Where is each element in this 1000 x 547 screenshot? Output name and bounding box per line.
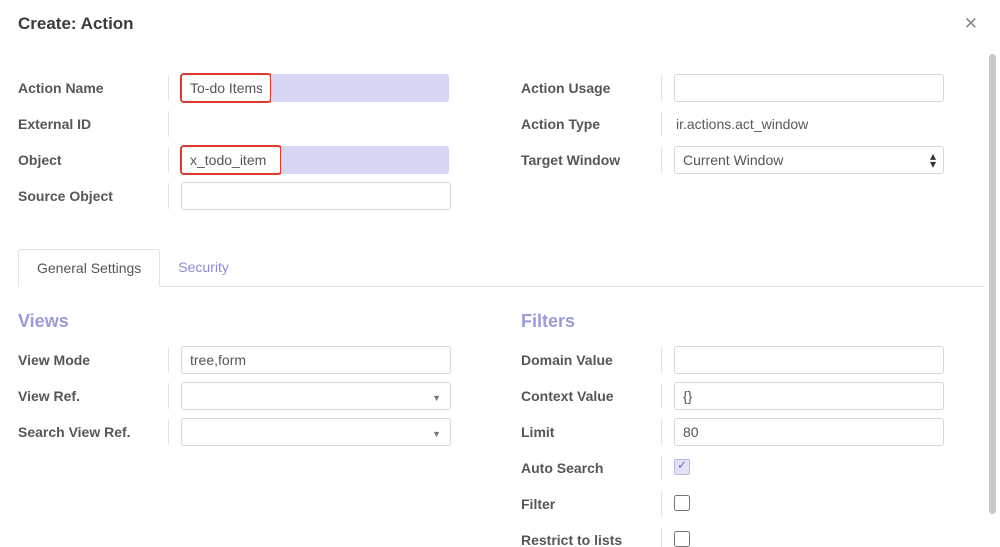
tabs: General Settings Security — [18, 248, 984, 287]
filters-heading: Filters — [521, 311, 984, 332]
source-object-input[interactable] — [181, 182, 451, 210]
bottom-block: Views View Mode View Ref. ▼ — [18, 311, 984, 547]
tab-general-settings[interactable]: General Settings — [18, 249, 160, 287]
label-action-name: Action Name — [18, 80, 168, 96]
close-icon[interactable]: ✕ — [964, 14, 978, 34]
views-heading: Views — [18, 311, 481, 332]
action-usage-input[interactable] — [674, 74, 944, 102]
filters-col: Filters Domain Value Context Value — [521, 311, 984, 547]
limit-input[interactable] — [674, 418, 944, 446]
label-view-ref: View Ref. — [18, 388, 168, 404]
domain-value-input[interactable] — [674, 346, 944, 374]
filter-checkbox[interactable] — [674, 495, 690, 511]
action-type-value: ir.actions.act_window — [674, 116, 808, 132]
label-restrict: Restrict to lists — [521, 532, 661, 547]
label-auto-search: Auto Search — [521, 460, 661, 476]
label-source-object: Source Object — [18, 188, 168, 204]
view-ref-input[interactable] — [181, 382, 451, 410]
modal-body: Action Name External ID Object — [0, 44, 986, 547]
search-view-ref-input[interactable] — [181, 418, 451, 446]
views-col: Views View Mode View Ref. ▼ — [18, 311, 481, 547]
context-value-input[interactable] — [674, 382, 944, 410]
label-object: Object — [18, 152, 168, 168]
label-filter: Filter — [521, 496, 661, 512]
auto-search-checkbox[interactable] — [674, 459, 690, 475]
label-context-value: Context Value — [521, 388, 661, 404]
create-action-modal: Create: Action ✕ Action Name External ID — [0, 0, 1000, 547]
modal-titlebar: Create: Action ✕ — [0, 0, 1000, 44]
top-right-col: Action Usage Action Type ir.actions.act_… — [521, 72, 984, 216]
label-search-view-ref: Search View Ref. — [18, 424, 168, 440]
label-domain-value: Domain Value — [521, 352, 661, 368]
object-input[interactable] — [181, 146, 281, 174]
top-block: Action Name External ID Object — [18, 72, 984, 216]
label-external-id: External ID — [18, 116, 168, 132]
tab-security[interactable]: Security — [160, 249, 247, 287]
modal-title: Create: Action — [18, 14, 134, 34]
target-window-select[interactable]: Current Window — [674, 146, 944, 174]
restrict-to-lists-checkbox[interactable] — [674, 531, 690, 547]
label-view-mode: View Mode — [18, 352, 168, 368]
label-action-type: Action Type — [521, 116, 661, 132]
action-name-input[interactable] — [181, 74, 271, 102]
top-left-col: Action Name External ID Object — [18, 72, 481, 216]
label-limit: Limit — [521, 424, 661, 440]
view-mode-input[interactable] — [181, 346, 451, 374]
label-target-window: Target Window — [521, 152, 661, 168]
vertical-scrollbar[interactable] — [989, 54, 996, 514]
label-action-usage: Action Usage — [521, 80, 661, 96]
